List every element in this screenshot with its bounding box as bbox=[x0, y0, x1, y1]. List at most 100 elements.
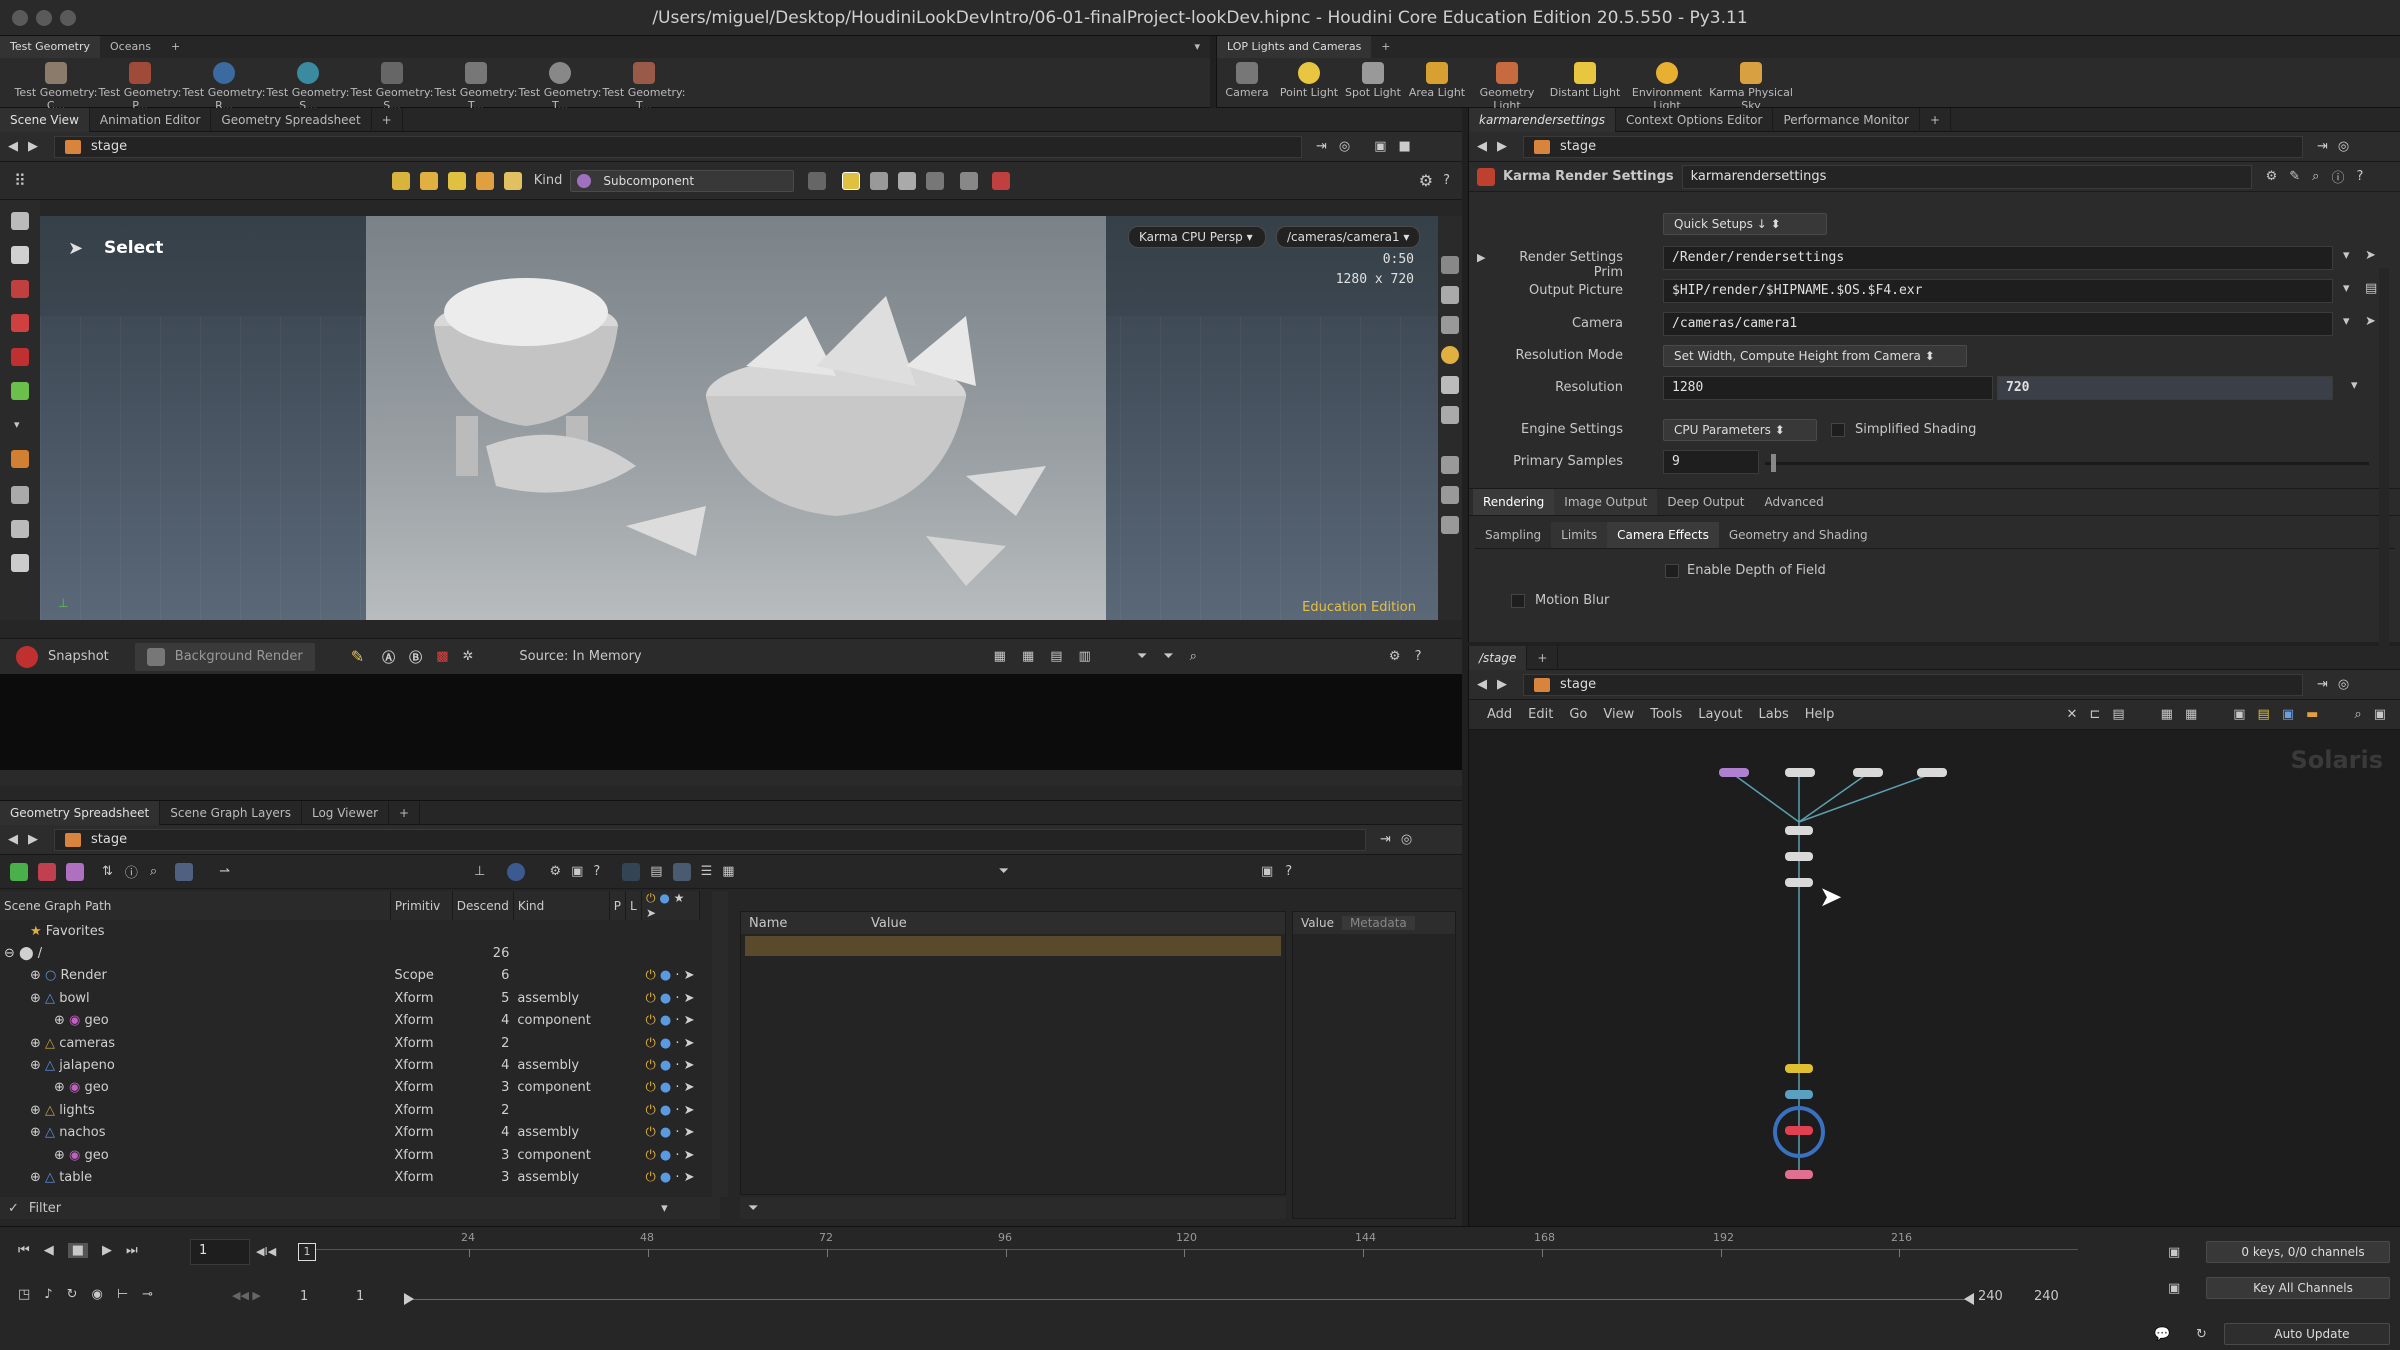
shelf-tool-test-geo-5[interactable]: Test Geometry: S... bbox=[350, 58, 434, 112]
select-groups-icon[interactable] bbox=[808, 171, 827, 190]
global-start[interactable]: 1 bbox=[300, 1289, 308, 1304]
select-prim-icon[interactable]: ▾ bbox=[2343, 248, 2350, 263]
key-options-icon[interactable]: ▣ bbox=[2168, 1245, 2180, 1260]
menu-tools[interactable]: Tools bbox=[1650, 707, 1682, 722]
simplified-shading-checkbox[interactable] bbox=[1831, 423, 1845, 437]
chevron-down-icon[interactable]: ▾ bbox=[661, 1201, 668, 1216]
shelf-tool-point-light[interactable]: Point Light bbox=[1277, 58, 1341, 106]
pin-icon[interactable]: ⇥ bbox=[1380, 832, 1391, 847]
auto-update-dropdown[interactable]: Auto Update bbox=[2224, 1323, 2390, 1345]
select-icon[interactable]: ➤ bbox=[684, 991, 695, 1006]
link-icon[interactable]: ◎ bbox=[1339, 139, 1350, 154]
ghost-icon[interactable] bbox=[1441, 316, 1459, 334]
jump-start-icon[interactable]: ⏮ bbox=[18, 1243, 30, 1258]
menu-add[interactable]: Add bbox=[1487, 707, 1512, 722]
lighting-icon[interactable] bbox=[1441, 376, 1459, 394]
active-icon[interactable]: ⏻ bbox=[645, 1036, 655, 1051]
help-icon[interactable]: ? bbox=[1443, 173, 1450, 188]
scene-graph-path-field[interactable]: stage bbox=[54, 828, 1366, 851]
network-path-field[interactable]: stage bbox=[1523, 673, 2303, 696]
filter-clear-icon[interactable]: ⏷ bbox=[1163, 649, 1173, 664]
back-arrow-icon[interactable]: ◀ bbox=[1477, 677, 1487, 692]
list-view-icon[interactable]: ▤ bbox=[2112, 707, 2124, 722]
motion-blur-checkbox[interactable] bbox=[1511, 594, 1525, 608]
key-all-channels-dropdown[interactable]: Key All Channels bbox=[2206, 1277, 2390, 1299]
box-select-icon[interactable] bbox=[842, 171, 861, 190]
vertices-icon[interactable] bbox=[503, 171, 522, 190]
camera-dropdown[interactable]: /cameras/camera1 ▾ bbox=[1276, 226, 1420, 248]
link-icon[interactable]: ◎ bbox=[2338, 139, 2349, 154]
shelf-tool-test-geo-6[interactable]: Test Geometry: T... bbox=[434, 58, 518, 112]
expand-icon[interactable]: ⊕ bbox=[30, 1103, 41, 1118]
tab-metadata[interactable]: Metadata bbox=[1341, 916, 1415, 930]
tab-limits[interactable]: Limits bbox=[1551, 522, 1608, 548]
grid-view-icon[interactable]: ▦ bbox=[2161, 707, 2173, 722]
add-shelf-tab-icon[interactable]: + bbox=[161, 36, 190, 58]
loop-icon[interactable]: ↻ bbox=[67, 1287, 78, 1302]
props-tree-icon[interactable] bbox=[622, 862, 641, 881]
expand-arrow-icon[interactable]: ▶ bbox=[1477, 251, 1485, 264]
visibility-icon[interactable]: ● bbox=[660, 1080, 671, 1095]
active-icon[interactable]: ⏻ bbox=[645, 1103, 655, 1118]
brush-icon[interactable]: ✎ bbox=[351, 647, 364, 666]
active-icon[interactable]: ⏻ bbox=[645, 1148, 655, 1163]
maximize-icon[interactable]: ▣ bbox=[2374, 707, 2386, 722]
points-icon[interactable] bbox=[419, 171, 438, 190]
pose-tool-icon[interactable] bbox=[11, 450, 29, 468]
select-icon[interactable]: ➤ bbox=[684, 968, 695, 983]
tab-animation-editor[interactable]: Animation Editor bbox=[90, 107, 212, 132]
help-icon[interactable]: ? bbox=[1415, 649, 1422, 664]
tree-icon[interactable]: ⇅ bbox=[102, 864, 113, 879]
info-icon[interactable]: ⓘ bbox=[2331, 167, 2344, 186]
select-icon[interactable]: ➤ bbox=[684, 1103, 695, 1118]
split-view-icon[interactable]: ▤ bbox=[1050, 649, 1062, 664]
col-name[interactable]: Name bbox=[741, 916, 867, 931]
shelf-tool-karma-sky[interactable]: Karma Physical Sky bbox=[1709, 58, 1793, 112]
tree-row[interactable]: ⊕ ○ Render Scope 6 ⏻ ● · ➤ bbox=[0, 965, 700, 987]
tab-karmarendersettings[interactable]: karmarendersettings bbox=[1469, 107, 1616, 132]
col-p[interactable]: P bbox=[609, 891, 627, 920]
lasso-icon[interactable] bbox=[870, 171, 889, 190]
display-options-icon[interactable] bbox=[1441, 256, 1459, 274]
help-icon[interactable]: ? bbox=[1285, 864, 1292, 879]
aov-icon[interactable]: ▩ bbox=[436, 649, 448, 664]
select-icon[interactable]: ➤ bbox=[684, 1170, 695, 1185]
selected-property-row[interactable] bbox=[745, 936, 1281, 956]
filter-label[interactable]: Filter bbox=[29, 1201, 61, 1216]
range-icon[interactable]: ⊢ bbox=[117, 1287, 128, 1302]
jump-end-icon[interactable]: ⏭ bbox=[126, 1243, 138, 1258]
col-scene-graph-path[interactable]: Scene Graph Path bbox=[0, 891, 391, 920]
tree-scrollbar[interactable] bbox=[712, 891, 728, 1197]
tab-image-output[interactable]: Image Output bbox=[1554, 489, 1658, 515]
params-scrollbar[interactable] bbox=[2379, 268, 2389, 688]
scale-tool-icon[interactable] bbox=[11, 348, 29, 366]
audio-icon[interactable]: ♪ bbox=[44, 1287, 52, 1302]
tree-row[interactable]: ⊕ ◉ geo Xform 3 component ⏻ ● · ➤ bbox=[0, 1077, 700, 1099]
visibility-icon[interactable]: ● bbox=[660, 1148, 671, 1163]
image-icon[interactable]: ▣ bbox=[2233, 707, 2245, 722]
light-tool-icon[interactable] bbox=[11, 520, 29, 538]
shelf-tab-oceans[interactable]: Oceans bbox=[100, 36, 161, 58]
strip-view-icon[interactable]: ▥ bbox=[1079, 649, 1091, 664]
headlight-icon[interactable] bbox=[1441, 346, 1459, 364]
help-icon[interactable]: ? bbox=[593, 864, 600, 879]
active-icon[interactable]: ⏻ bbox=[645, 991, 655, 1006]
expand-icon[interactable]: ⊕ bbox=[30, 968, 41, 983]
play-icon[interactable]: ▶ bbox=[102, 1243, 112, 1258]
enable-dof-checkbox[interactable] bbox=[1665, 564, 1679, 578]
shelf-tool-area-light[interactable]: Area Light bbox=[1405, 58, 1469, 106]
gallery-scrollbar[interactable] bbox=[0, 770, 1462, 786]
secure-selection-icon[interactable] bbox=[992, 171, 1011, 190]
handle-tool-icon[interactable] bbox=[11, 382, 29, 400]
chevron-down-icon[interactable]: ▾ bbox=[14, 418, 20, 431]
range-step-icon[interactable]: ◀◀ ▶ bbox=[232, 1289, 261, 1302]
gear-icon[interactable]: ⚙ bbox=[2266, 169, 2278, 184]
visibility-icon[interactable]: ● bbox=[660, 968, 671, 983]
tree-view-icon[interactable]: ⊏ bbox=[2089, 707, 2100, 722]
chevron-down-icon[interactable]: ▾ bbox=[1184, 36, 1210, 58]
visibility-icon[interactable]: ● bbox=[660, 1058, 671, 1073]
engine-settings-dropdown[interactable]: CPU Parameters ⬍ bbox=[1663, 419, 1817, 441]
renderer-dropdown[interactable]: Karma CPU Persp ▾ bbox=[1128, 226, 1266, 248]
range-start-handle[interactable] bbox=[404, 1293, 414, 1305]
resolution-width-field[interactable]: 1280 bbox=[1663, 376, 1993, 400]
